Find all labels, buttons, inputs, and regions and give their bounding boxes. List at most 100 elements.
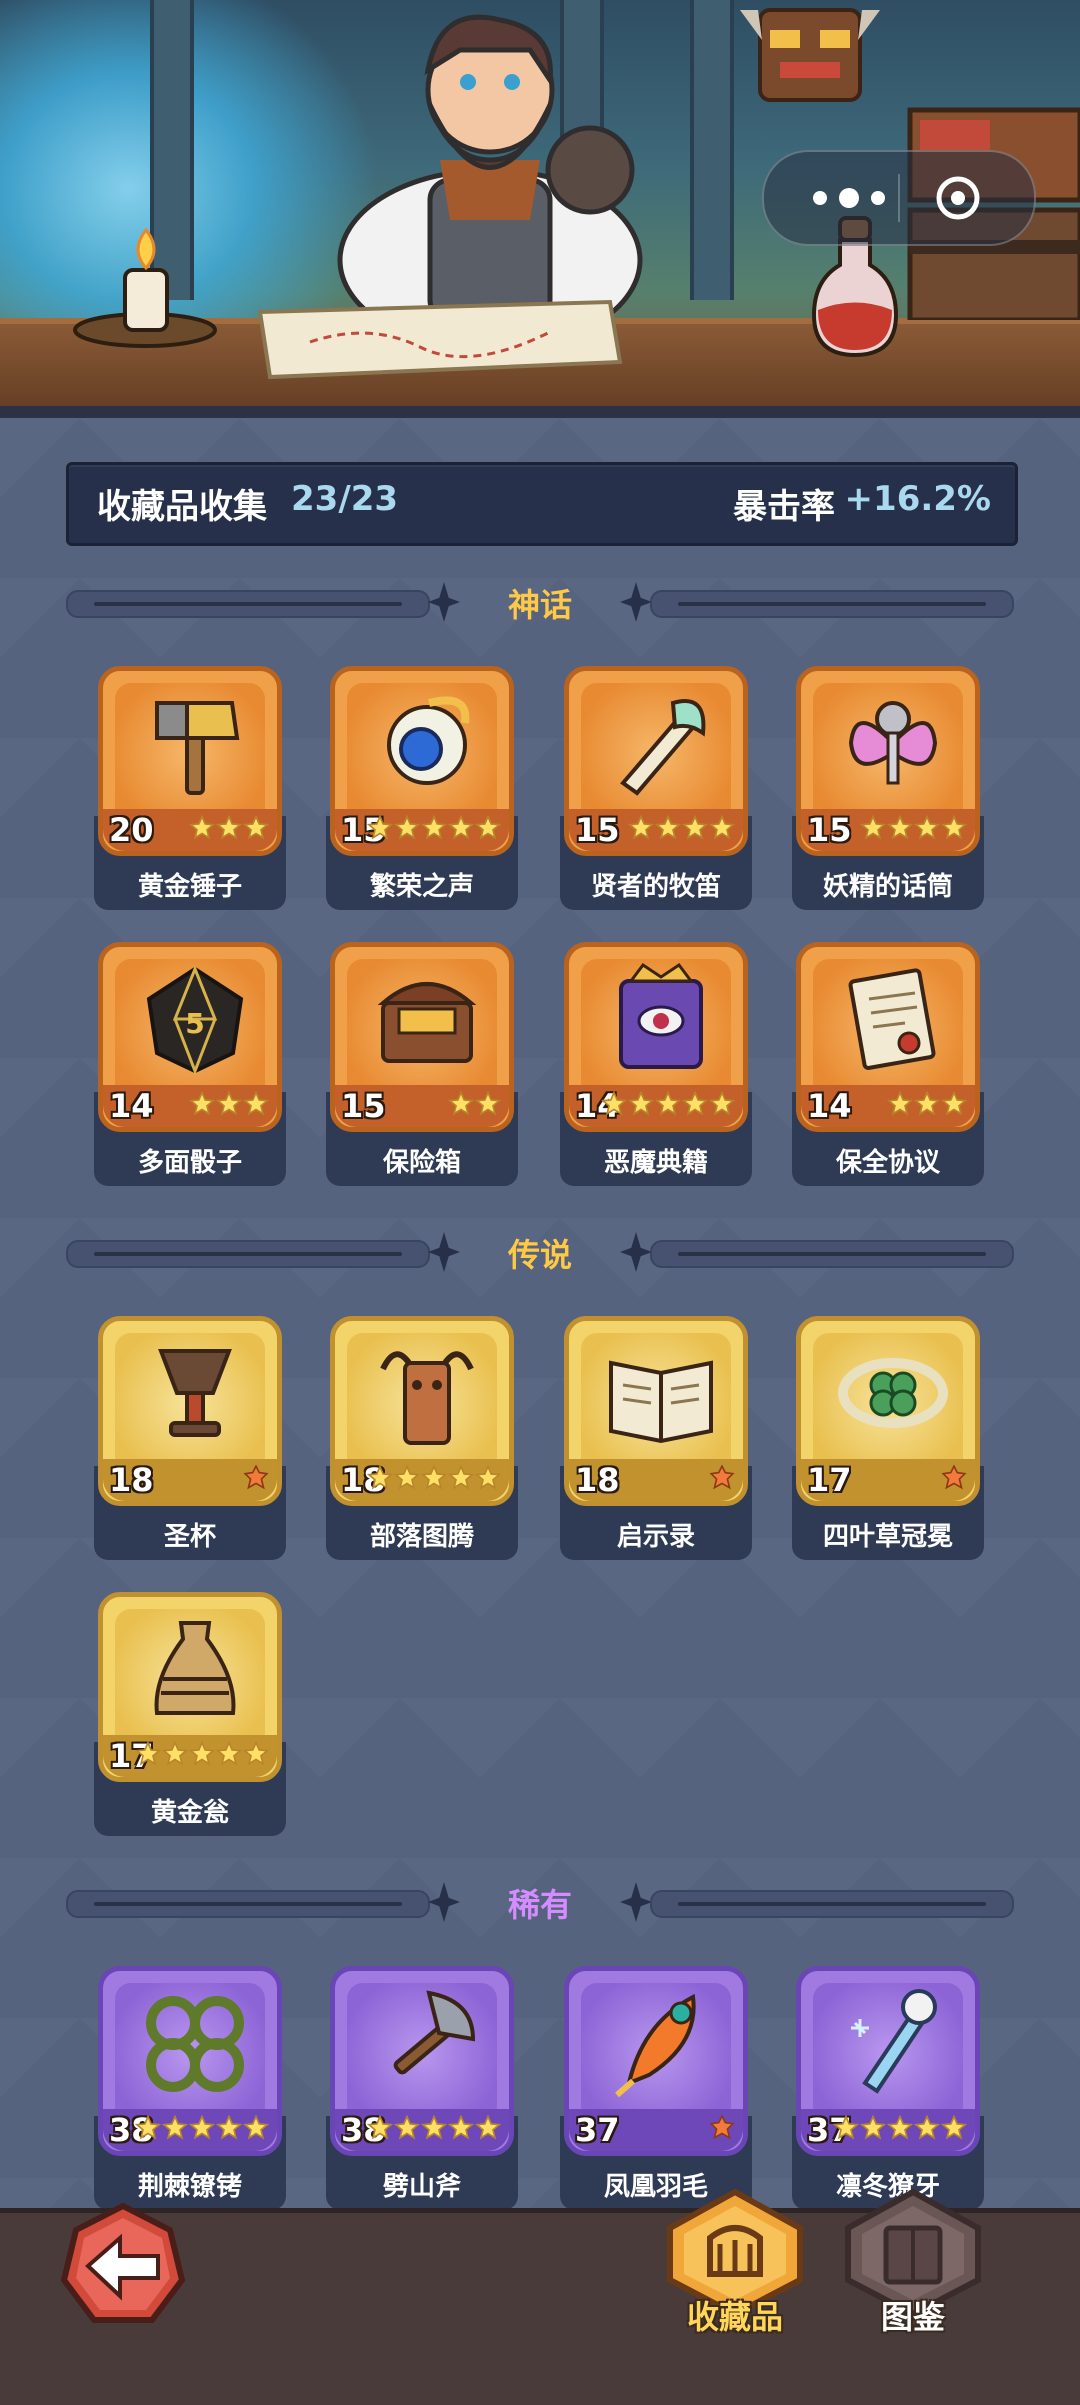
star-icon — [189, 815, 215, 840]
star-icon — [887, 1091, 913, 1116]
item-name: 保险箱 — [382, 1148, 461, 1178]
star-icon — [367, 815, 393, 840]
collectible-card[interactable]: 17 四叶草冠冕 — [792, 1316, 984, 1560]
item-name: 荆棘镣铐 — [137, 2172, 242, 2202]
header-rail — [650, 590, 1014, 618]
item-name: 保全协议 — [835, 1148, 940, 1178]
item-name: 黄金锤子 — [137, 872, 242, 902]
more-options-icon[interactable] — [804, 180, 894, 216]
star-rating — [243, 1465, 269, 1495]
star-rating — [367, 1465, 501, 1495]
upgrade-badge-icon — [709, 2115, 735, 2140]
upgrade-badge-icon — [709, 1465, 735, 1490]
star-icon — [941, 2115, 967, 2140]
item-level: 37 — [575, 2111, 620, 2149]
collectible-card[interactable]: 14 保全协议 — [792, 942, 984, 1186]
card-frame: 18 — [98, 1316, 282, 1506]
fairy-microphone-icon — [848, 701, 938, 785]
hero-banner — [0, 0, 1080, 418]
collectible-card[interactable]: 38 荆棘镣铐 — [94, 1966, 286, 2210]
star-icon — [448, 815, 474, 840]
star-rating — [833, 2115, 967, 2145]
card-frame: 38 — [98, 1966, 282, 2156]
collectible-card[interactable]: 37 凤凰羽毛 — [560, 1966, 752, 2210]
header-rail — [66, 1240, 430, 1268]
tab-codex-label: 图鉴 — [880, 2298, 945, 2336]
star-icon — [135, 1741, 161, 1766]
star-icon — [448, 1465, 474, 1490]
polyhedral-dice-icon: 5 — [146, 964, 244, 1075]
star-icon — [601, 1091, 627, 1116]
item-level: 15 — [341, 1087, 386, 1125]
star-icon — [941, 815, 967, 840]
star-icon — [189, 1741, 215, 1766]
star-icon — [216, 815, 242, 840]
item-name: 恶魔典籍 — [603, 1148, 708, 1178]
pillar — [690, 0, 734, 300]
item-name: 劈山斧 — [382, 2172, 461, 2202]
star-rating — [367, 2115, 501, 2145]
crit-rate-label: 暴击率 — [733, 487, 835, 527]
collectible-card[interactable]: 17 黄金瓮 — [94, 1592, 286, 1836]
star-icon — [394, 815, 420, 840]
card-frame: 18 — [330, 1316, 514, 1506]
collectible-card[interactable]: 20 黄金锤子 — [94, 666, 286, 910]
header-rail — [650, 1890, 1014, 1918]
collectible-card[interactable]: 5 14 多面骰子 — [94, 942, 286, 1186]
back-button[interactable] — [58, 2200, 188, 2330]
winter-fang-icon — [851, 1989, 937, 2094]
upgrade-badge-icon — [941, 1465, 967, 1490]
star-icon — [216, 2115, 242, 2140]
item-level: 17 — [807, 1461, 852, 1499]
star-icon — [421, 2115, 447, 2140]
section-header-mythic: 神话 — [66, 576, 1014, 632]
card-frame: 14 — [796, 942, 980, 1132]
security-contract-icon — [848, 968, 936, 1070]
card-frame: 15 — [330, 666, 514, 856]
header-rail — [66, 1890, 430, 1918]
collectible-card[interactable]: 18 启示录 — [560, 1316, 752, 1560]
star-icon — [941, 1091, 967, 1116]
card-frame: 15 — [564, 666, 748, 856]
upgrade-badge-icon — [243, 1465, 269, 1490]
sparkle-icon — [620, 582, 652, 622]
card-frame: 15 — [330, 942, 514, 1132]
star-rating — [709, 1465, 735, 1495]
tab-collection[interactable]: 收藏品 — [660, 2188, 810, 2338]
collectible-card[interactable]: 37 凛冬獠牙 — [792, 1966, 984, 2210]
item-name: 启示录 — [616, 1522, 695, 1552]
star-icon — [448, 1091, 474, 1116]
star-rating — [448, 1091, 501, 1121]
star-icon — [162, 1741, 188, 1766]
mini-program-capsule[interactable] — [762, 150, 1036, 246]
collectible-card[interactable]: 15 繁荣之声 — [326, 666, 518, 910]
collectible-card[interactable]: 15 保险箱 — [326, 942, 518, 1186]
star-icon — [475, 1465, 501, 1490]
close-target-icon[interactable] — [934, 174, 982, 222]
star-icon — [475, 1091, 501, 1116]
collectible-card[interactable]: 18 圣杯 — [94, 1316, 286, 1560]
header-rail — [66, 590, 430, 618]
sage-flute-icon — [620, 699, 706, 796]
collectible-card[interactable]: 14 恶魔典籍 — [560, 942, 752, 1186]
demon-tome-icon — [619, 962, 703, 1069]
item-level: 15 — [575, 811, 620, 849]
collection-label: 收藏品收集 — [97, 487, 267, 527]
dwarf-character-icon — [337, 14, 643, 330]
item-name: 部落图腾 — [369, 1522, 474, 1552]
star-rating — [709, 2115, 735, 2145]
collectible-card[interactable]: 15 贤者的牧笛 — [560, 666, 752, 910]
star-icon — [421, 1465, 447, 1490]
collectible-card[interactable]: 15 妖精的话筒 — [792, 666, 984, 910]
collectible-card[interactable]: 38 劈山斧 — [326, 1966, 518, 2210]
item-name: 妖精的话筒 — [822, 872, 953, 902]
item-name: 贤者的牧笛 — [590, 872, 721, 902]
collectible-card[interactable]: 18 部落图腾 — [326, 1316, 518, 1560]
star-rating — [189, 1091, 269, 1121]
candle-icon — [73, 227, 217, 348]
star-icon — [682, 1091, 708, 1116]
tiki-mask-icon — [740, 8, 880, 102]
star-icon — [709, 1091, 735, 1116]
tab-codex[interactable]: 图鉴 — [838, 2188, 988, 2338]
star-icon — [216, 1741, 242, 1766]
